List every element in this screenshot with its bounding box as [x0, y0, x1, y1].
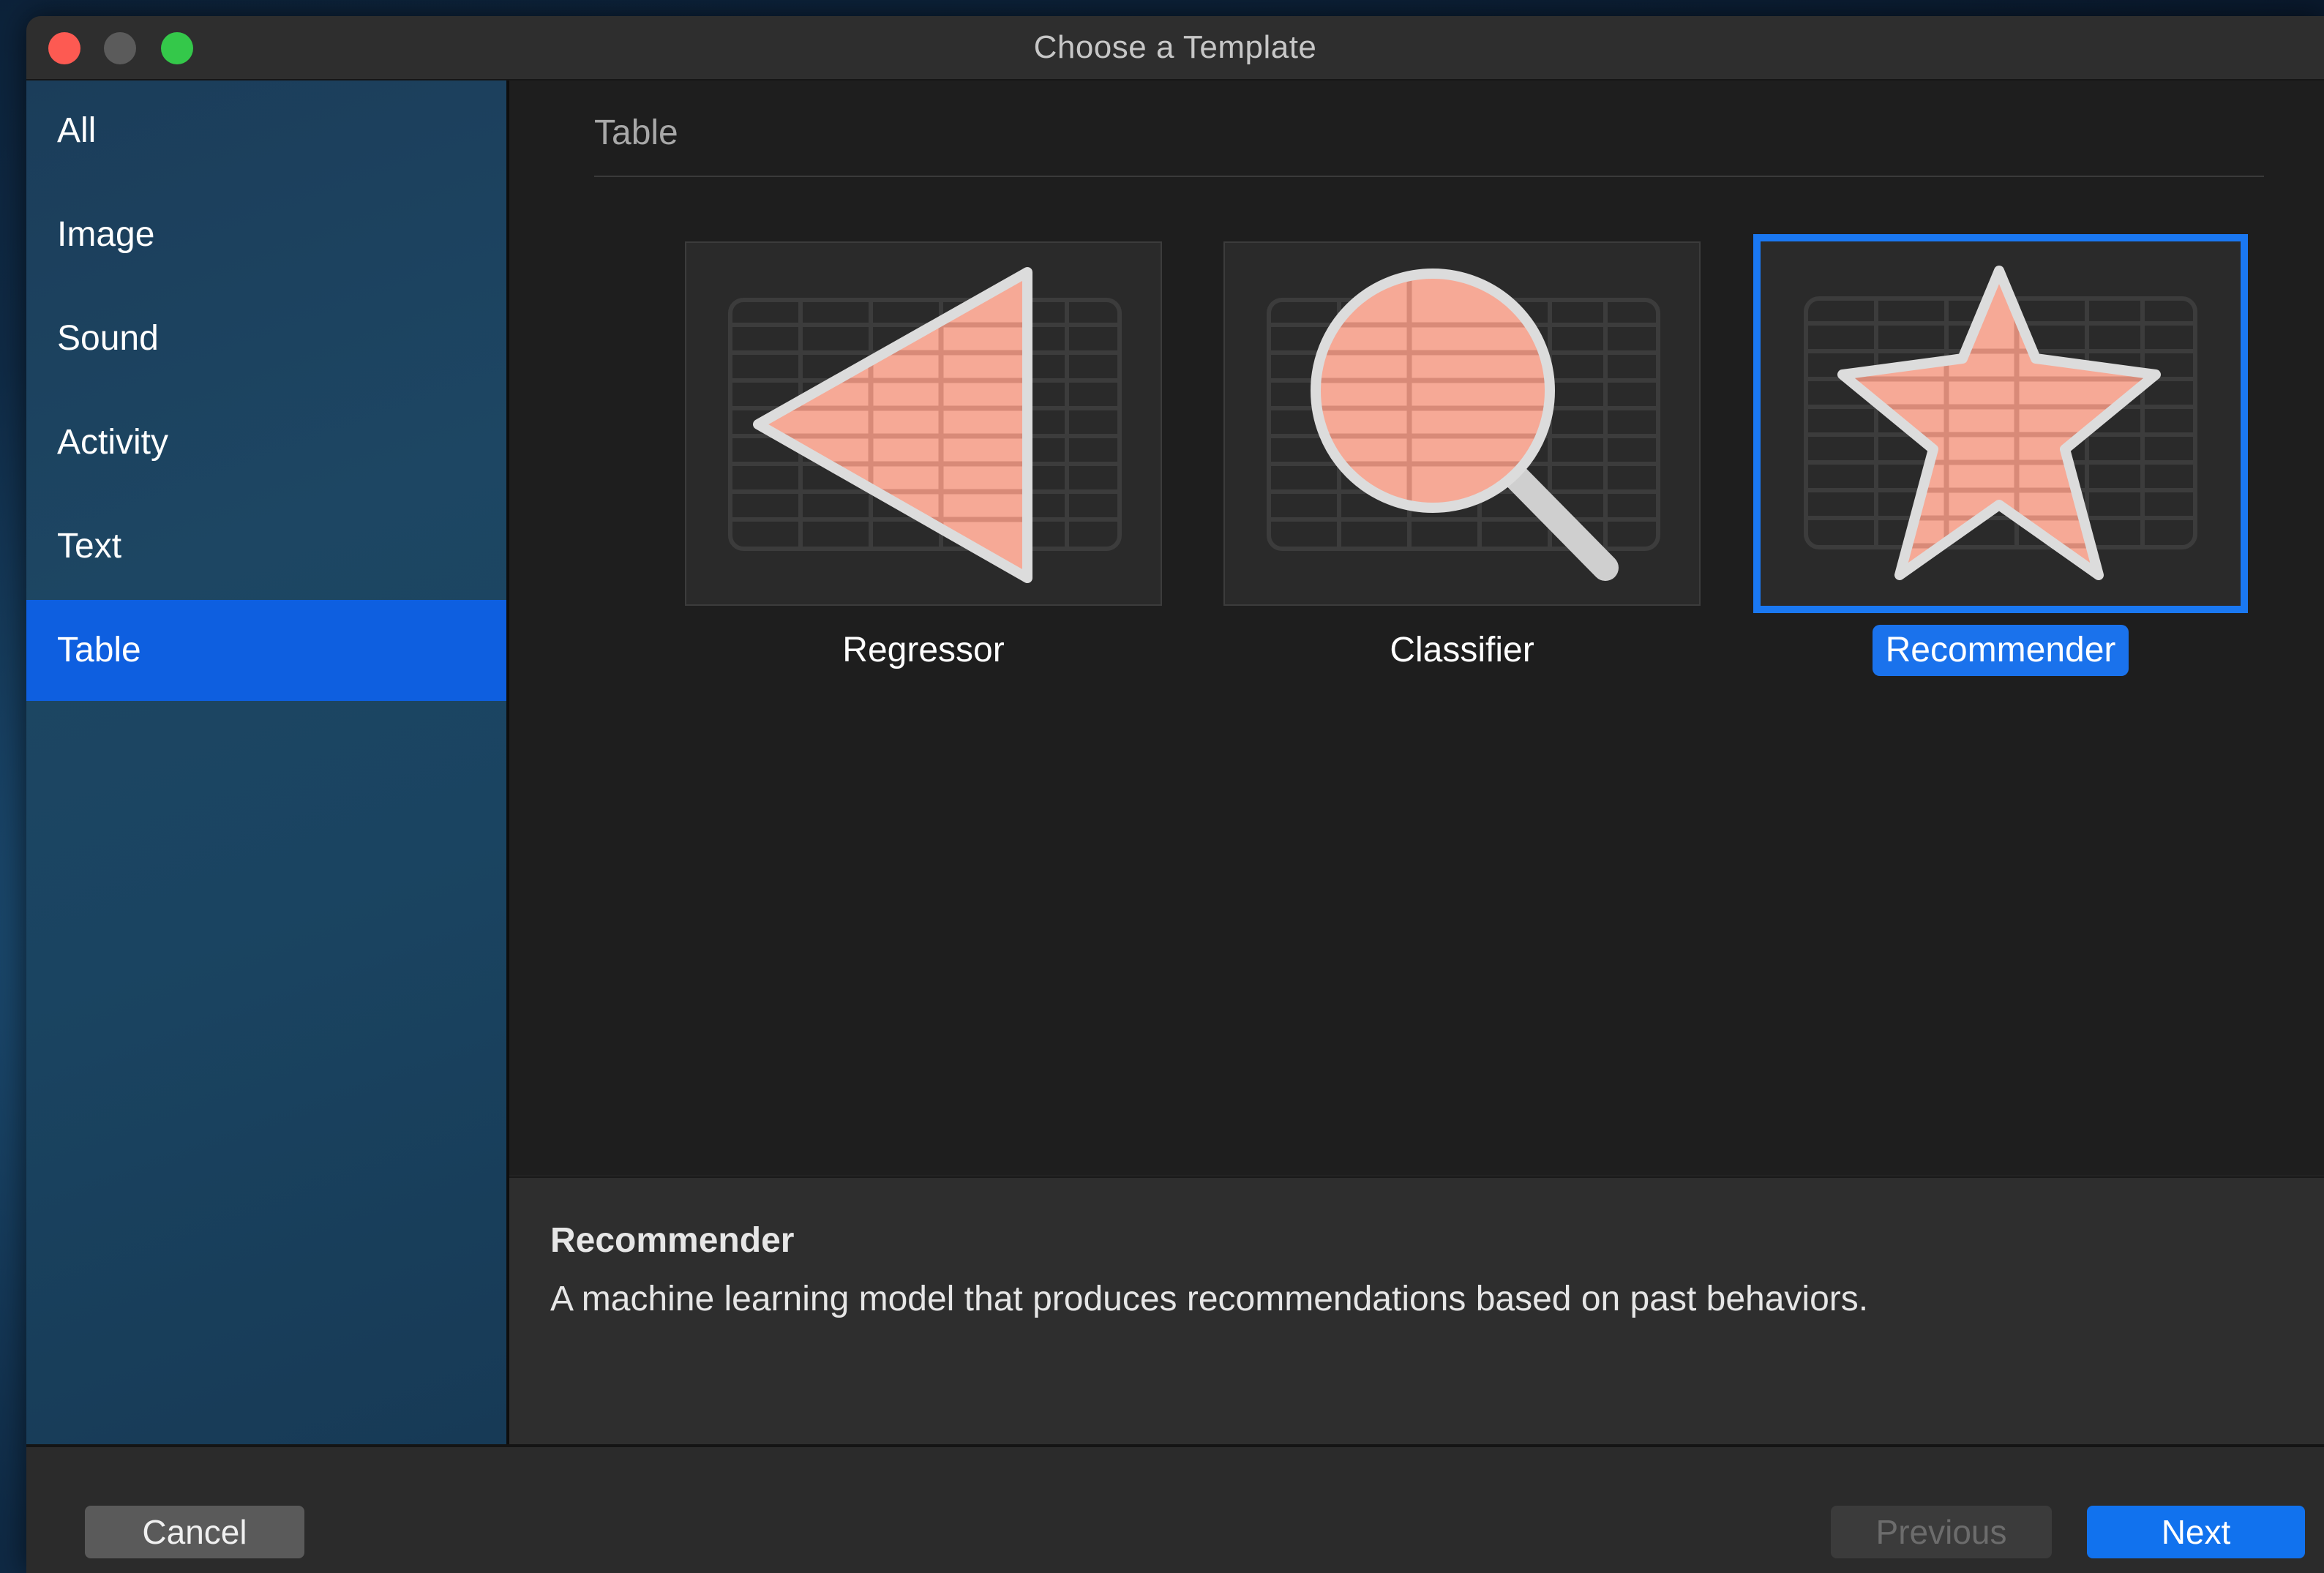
- template-label-recommender[interactable]: Recommender: [1762, 625, 2239, 676]
- sidebar-item-text[interactable]: Text: [26, 496, 506, 597]
- sidebar-item-table[interactable]: Table: [26, 600, 506, 701]
- sidebar-item-all[interactable]: All: [26, 80, 506, 181]
- recommender-star-icon: [1804, 266, 2197, 580]
- section-title: Table: [594, 113, 678, 152]
- cancel-button[interactable]: Cancel: [85, 1506, 304, 1558]
- next-button[interactable]: Next: [2087, 1506, 2305, 1558]
- template-tile-regressor[interactable]: [685, 241, 1162, 606]
- window-title: Choose a Template: [1033, 29, 1317, 65]
- description-title: Recommender: [550, 1221, 795, 1260]
- sidebar-item-sound[interactable]: Sound: [26, 288, 506, 389]
- regressor-triangle-icon: [728, 267, 1122, 583]
- classifier-label-text: Classifier: [1390, 631, 1534, 669]
- template-chooser-window: Choose a Template All Image Sound Activi…: [26, 16, 2324, 1573]
- section-divider: [594, 176, 2264, 177]
- template-tile-recommender[interactable]: [1753, 234, 2248, 613]
- template-description-panel: Recommender A machine learning model tha…: [509, 1176, 2324, 1446]
- recommender-label-text: Recommender: [1872, 625, 2129, 676]
- category-sidebar: All Image Sound Activity Text Table: [26, 80, 509, 1444]
- regressor-label-text: Regressor: [842, 631, 1005, 669]
- classifier-magnifier-icon: [1267, 269, 1660, 581]
- sidebar-item-image[interactable]: Image: [26, 184, 506, 285]
- footer-bar: Cancel Previous Next: [26, 1444, 2324, 1573]
- description-text: A machine learning model that produces r…: [550, 1280, 1869, 1318]
- template-grid-area: Table Regressor Classifier Recommender: [509, 80, 2324, 1175]
- template-label-regressor[interactable]: Regressor: [685, 625, 1162, 676]
- template-label-classifier[interactable]: Classifier: [1223, 625, 1701, 676]
- template-tile-classifier[interactable]: [1223, 241, 1701, 606]
- sidebar-item-activity[interactable]: Activity: [26, 392, 506, 493]
- previous-button[interactable]: Previous: [1831, 1506, 2052, 1558]
- title-bar: Choose a Template: [26, 16, 2324, 80]
